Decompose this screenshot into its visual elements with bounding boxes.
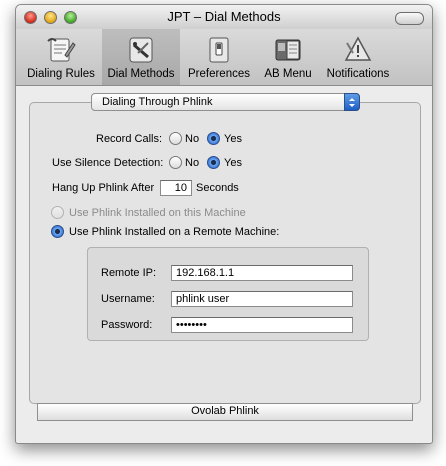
record-calls-no-radio[interactable] (169, 132, 182, 145)
toolbar-item-dial-methods[interactable]: Dial Methods (102, 29, 180, 85)
window-title: JPT – Dial Methods (167, 9, 281, 24)
title-bar[interactable]: JPT – Dial Methods (16, 5, 432, 29)
chevron-updown-icon (344, 93, 360, 111)
toolbar-item-preferences[interactable]: Preferences (182, 29, 256, 85)
phlink-remote-radio[interactable] (51, 225, 64, 238)
toolbar-toggle-button[interactable] (395, 12, 424, 25)
dial-method-popup[interactable]: Dialing Through Phlink (91, 93, 360, 111)
toolbar-label-dialing-rules: Dialing Rules (27, 68, 95, 80)
remote-ip-label: Remote IP: (101, 267, 157, 279)
username-field[interactable]: phlink user (171, 291, 353, 307)
toolbar-label-notifications: Notifications (326, 68, 390, 80)
dial-method-popup-value: Dialing Through Phlink (102, 96, 213, 108)
record-calls-no-label: No (185, 133, 200, 145)
ab-menu-icon (275, 39, 301, 61)
remote-ip-field[interactable]: 192.168.1.1 (171, 265, 353, 281)
silence-detection-yes-radio[interactable] (207, 156, 220, 169)
password-label: Password: (101, 319, 153, 331)
notifications-icon (344, 36, 372, 61)
toolbar-item-dialing-rules[interactable]: Dialing Rules (22, 29, 100, 85)
toolbar-label-dial-methods: Dial Methods (107, 68, 175, 80)
hang-up-unit-label: Seconds (196, 182, 239, 194)
phlink-local-radio[interactable] (51, 206, 64, 219)
dialing-rules-icon (47, 38, 76, 62)
record-calls-yes-radio[interactable] (207, 132, 220, 145)
toolbar-label-preferences: Preferences (187, 68, 250, 80)
phlink-local-label: Use Phlink Installed on this Machine (69, 207, 246, 219)
username-label: Username: (101, 293, 155, 305)
toolbar-label-ab-menu: AB Menu (264, 68, 312, 80)
toolbar-item-notifications[interactable]: Notifications (318, 29, 398, 85)
ovolab-phlink-button[interactable]: Ovolab Phlink (37, 403, 413, 421)
toolbar: Dialing Rules Dial Methods Preferences A… (16, 29, 432, 86)
record-calls-label: Record Calls: (96, 133, 163, 145)
preferences-icon (209, 37, 229, 63)
toolbar-item-ab-menu[interactable]: AB Menu (258, 29, 318, 85)
silence-detection-no-radio[interactable] (169, 156, 182, 169)
password-field[interactable]: •••••••• (171, 317, 353, 333)
preferences-window: JPT – Dial Methods Dialing Rules Dial Me… (15, 4, 433, 444)
hang-up-seconds-field[interactable]: 10 (160, 180, 192, 196)
hang-up-label: Hang Up Phlink After (52, 182, 155, 194)
remote-machine-group: Remote IP: 192.168.1.1 Username: phlink … (87, 247, 369, 341)
silence-detection-label: Use Silence Detection: (52, 157, 164, 169)
dial-methods-icon (129, 37, 153, 63)
silence-detection-no-label: No (185, 157, 200, 169)
record-calls-yes-label: Yes (224, 133, 242, 145)
phlink-remote-label: Use Phlink Installed on a Remote Machine… (69, 226, 280, 238)
silence-detection-yes-label: Yes (224, 157, 242, 169)
